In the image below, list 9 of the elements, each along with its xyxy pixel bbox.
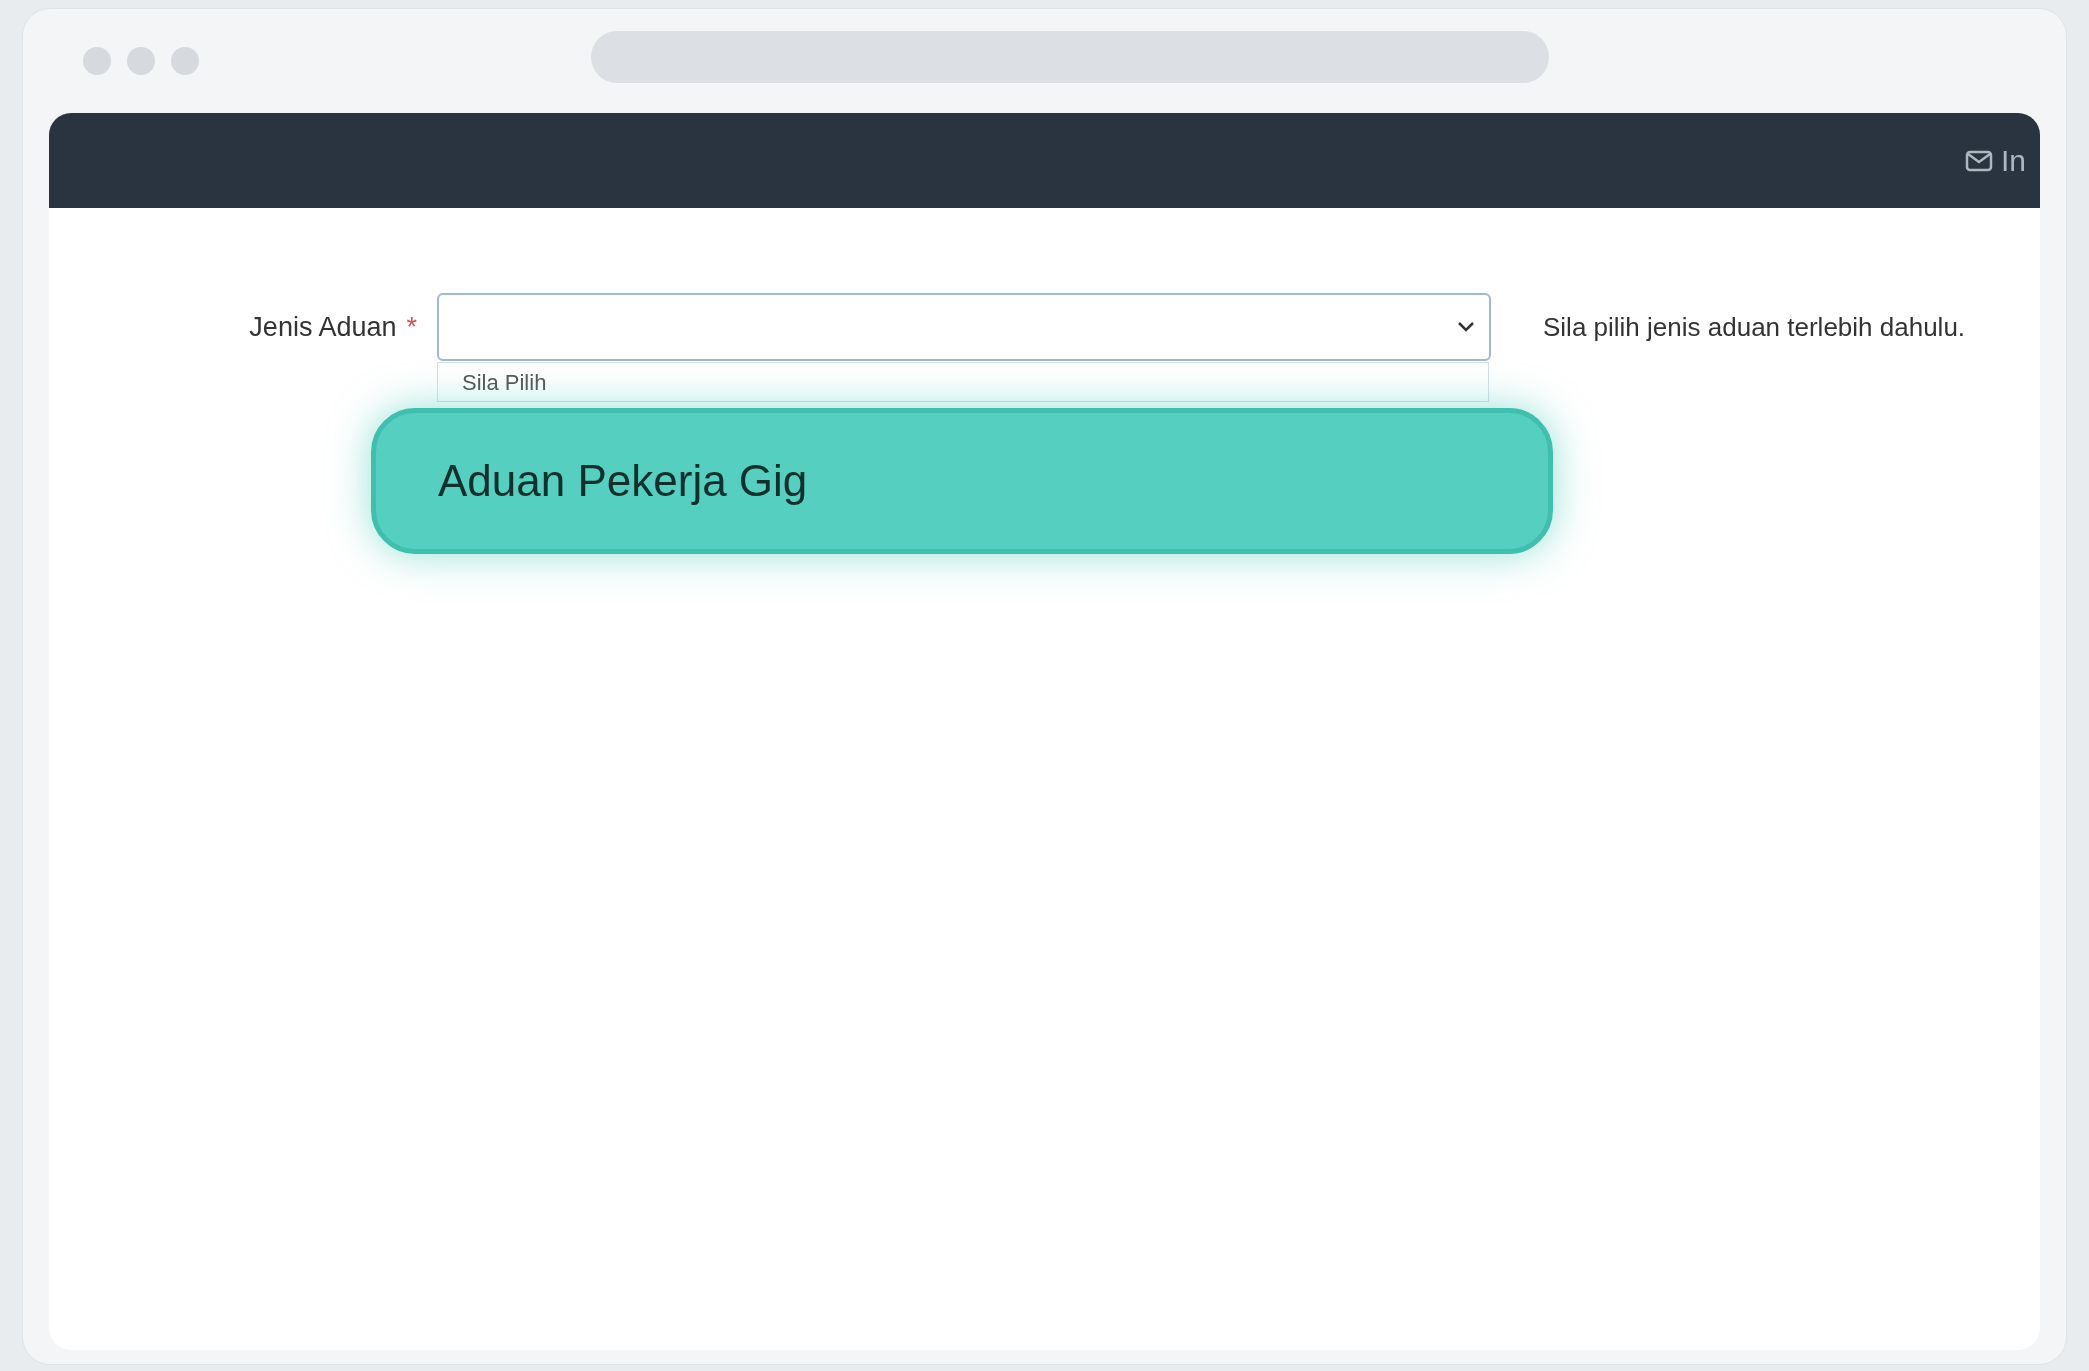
mail-icon [1964, 149, 1993, 172]
select-field[interactable] [437, 293, 1491, 361]
highlighted-option[interactable]: Aduan Pekerja Gig [371, 408, 1553, 554]
dropdown-option[interactable]: Sila Pilih [438, 363, 571, 401]
field-label: Jenis Aduan [249, 310, 397, 344]
helper-text: Sila pilih jenis aduan terlebih dahulu. [1543, 310, 1966, 344]
required-mark: * [406, 310, 417, 344]
chevron-down-icon [1457, 321, 1475, 333]
inbox-link[interactable]: In [1964, 138, 2026, 183]
